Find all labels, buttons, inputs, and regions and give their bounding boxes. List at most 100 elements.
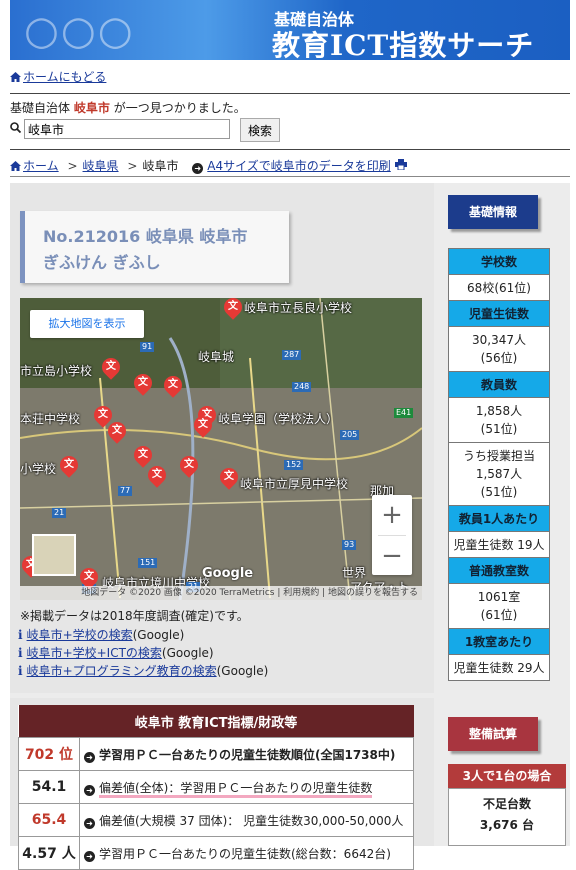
result-city: 岐阜市 bbox=[73, 101, 110, 115]
school-marker-icon[interactable]: 文 bbox=[144, 462, 170, 488]
school-marker-icon[interactable]: 文 bbox=[130, 370, 156, 396]
index-value: 54.1 bbox=[18, 770, 80, 804]
arrow-circle-icon: ➜ bbox=[84, 784, 95, 796]
shortage-value: 3,676 台 bbox=[479, 818, 535, 832]
school-marker-icon[interactable]: 文 bbox=[104, 418, 130, 444]
stat-value: 児童生徒数 29人 bbox=[448, 654, 550, 681]
basic-info-table: 学校数 68校(61位) 児童生徒数 30,347人 (56位) 教員数 1,85… bbox=[448, 248, 550, 681]
map-label: 岐阜城 bbox=[198, 350, 235, 364]
road-number: 152 bbox=[284, 460, 304, 470]
stat-value: うち授業担当 1,587人 (51位) bbox=[448, 442, 550, 506]
google-search-link[interactable]: 岐阜市+学校の検索 bbox=[27, 628, 133, 642]
map-type-thumbnail[interactable] bbox=[32, 534, 76, 576]
road-number: 205 bbox=[340, 430, 360, 440]
map-label: 小学校 bbox=[20, 462, 57, 476]
breadcrumb-separator: > bbox=[127, 159, 138, 173]
table-row: 54.1 ➜ 偏差値(全体)：学習用ＰＣ一台あたりの児童生徒数 bbox=[18, 770, 414, 804]
estimate-subheader: 3人で1台の場合 bbox=[448, 764, 566, 788]
search-result-text: 基礎自治体 岐阜市 が一つ見つかりました。 bbox=[10, 101, 246, 115]
ict-index-table: 岐阜市 教育ICT指標/財政等 702 位 ➜ 学習用ＰＣ一台あたりの児童生徒数順… bbox=[18, 705, 414, 870]
school-marker-icon[interactable]: 文 bbox=[160, 372, 186, 398]
shortage-label: 不足台数 bbox=[482, 797, 531, 811]
stat-label: 教員1人あたり bbox=[448, 505, 550, 532]
school-marker-icon[interactable]: 文 bbox=[130, 442, 156, 468]
municipality-code-name: No.212016 岐阜県 岐阜市 bbox=[43, 227, 248, 246]
enlarge-map-button[interactable]: 拡大地図を表示 bbox=[30, 310, 144, 338]
school-marker-icon[interactable]: 文 bbox=[176, 452, 202, 478]
zoom-in-button[interactable]: + bbox=[372, 495, 412, 535]
search-button[interactable]: 検索 bbox=[240, 118, 280, 142]
banner-decoration: ○○○ bbox=[24, 8, 135, 54]
road-number: 287 bbox=[282, 350, 302, 360]
breadcrumb-city: 岐阜市 bbox=[142, 159, 179, 173]
data-note: ※掲載データは2018年度調査(確定)です。 bbox=[20, 609, 249, 623]
info-icon: i bbox=[18, 628, 23, 642]
google-search-link-row: i 岐阜市+学校+ICTの検索(Google) bbox=[18, 646, 214, 660]
school-marker-icon[interactable]: 文 bbox=[190, 412, 216, 438]
map[interactable]: 拡大地図を表示 岐阜市立長良小学校 岐阜城 市立島小学校 本荘中学校 岐阜学園（… bbox=[20, 298, 422, 600]
home-back-nav: ホームにもどる bbox=[10, 68, 106, 85]
divider bbox=[10, 176, 570, 177]
google-search-link-row: i 岐阜市+プログラミング教育の検索(Google) bbox=[18, 664, 269, 678]
road-number: 21 bbox=[52, 508, 67, 518]
school-marker-icon[interactable]: 文 bbox=[98, 354, 124, 380]
zoom-out-button[interactable]: − bbox=[372, 536, 412, 576]
stat-label: 児童生徒数 bbox=[448, 300, 550, 327]
stat-label: 教員数 bbox=[448, 371, 550, 398]
site-banner[interactable]: ○○○ 基礎自治体 教育ICT指数サーチ bbox=[10, 0, 570, 60]
google-search-link-row: i 岐阜市+学校の検索(Google) bbox=[18, 628, 185, 642]
stat-value: 児童生徒数 19人 bbox=[448, 531, 550, 558]
road-number: 91 bbox=[140, 342, 155, 352]
map-label: 岐阜市立長良小学校 bbox=[244, 301, 353, 315]
index-desc: ➜ 学習用ＰＣ一台あたりの児童生徒数(総台数：6642台) bbox=[79, 836, 414, 870]
google-search-link[interactable]: 岐阜市+プログラミング教育の検索 bbox=[27, 664, 217, 678]
google-search-link[interactable]: 岐阜市+学校+ICTの検索 bbox=[27, 646, 162, 660]
table-row: 65.4 ➜ 偏差値(大規模 37 団体)： 児童生徒数30,000-50,000… bbox=[18, 803, 414, 837]
arrow-circle-icon: ➜ bbox=[192, 159, 207, 174]
stat-value: 1061室 (61位) bbox=[448, 583, 550, 629]
road-number: 77 bbox=[118, 486, 133, 496]
road-number: 93 bbox=[342, 540, 357, 550]
estimate-box: 不足台数 3,676 台 bbox=[448, 788, 566, 846]
basic-info-header: 基礎情報 bbox=[448, 195, 538, 229]
road-number: 151 bbox=[138, 558, 158, 568]
stat-value: 30,347人 (56位) bbox=[448, 326, 550, 372]
school-marker-icon[interactable]: 文 bbox=[216, 464, 242, 490]
stat-label: 1教室あたり bbox=[448, 628, 550, 655]
google-logo: Google bbox=[202, 566, 254, 581]
table-row: 4.57 人 ➜ 学習用ＰＣ一台あたりの児童生徒数(総台数：6642台) bbox=[18, 836, 414, 870]
home-icon bbox=[10, 72, 21, 82]
map-roads bbox=[20, 298, 422, 600]
index-desc: ➜ 偏差値(大規模 37 団体)： 児童生徒数30,000-50,000人 bbox=[79, 803, 414, 837]
breadcrumb-prefecture[interactable]: 岐阜県 bbox=[83, 159, 119, 173]
info-icon: i bbox=[18, 646, 23, 660]
stat-value: 68校(61位) bbox=[448, 274, 550, 301]
road-number: 248 bbox=[292, 382, 312, 392]
map-label: 岐阜市立厚見中学校 bbox=[240, 477, 349, 491]
table-row: 702 位 ➜ 学習用ＰＣ一台あたりの児童生徒数順位(全国1738中) bbox=[18, 737, 414, 771]
info-icon: i bbox=[18, 664, 23, 678]
home-back-link[interactable]: ホームにもどる bbox=[23, 70, 106, 84]
divider bbox=[10, 149, 570, 150]
map-label: 本荘中学校 bbox=[20, 412, 81, 426]
arrow-circle-icon: ➜ bbox=[84, 817, 95, 829]
search-input[interactable] bbox=[24, 119, 230, 139]
municipality-reading: ぎふけん ぎふし bbox=[43, 253, 161, 272]
print-link[interactable]: A4サイズで岐阜市のデータを印刷 bbox=[207, 159, 391, 173]
divider bbox=[10, 93, 570, 94]
search-icon bbox=[10, 122, 22, 136]
estimate-header: 整備試算 bbox=[448, 717, 538, 751]
index-value: 65.4 bbox=[18, 803, 80, 837]
school-marker-icon[interactable]: 文 bbox=[56, 452, 82, 478]
breadcrumb-home[interactable]: ホーム bbox=[23, 159, 59, 173]
index-desc: ➜ 学習用ＰＣ一台あたりの児童生徒数順位(全国1738中) bbox=[79, 737, 414, 771]
printer-icon bbox=[394, 159, 407, 173]
map-label: 岐阜学園（学校法人） bbox=[218, 412, 339, 426]
arrow-circle-icon: ➜ bbox=[84, 850, 95, 862]
map-zoom-control[interactable]: + − bbox=[372, 495, 412, 575]
banner-title: 教育ICT指数サーチ bbox=[272, 29, 535, 60]
stat-label: 学校数 bbox=[448, 248, 550, 275]
index-value: 4.57 人 bbox=[18, 836, 80, 870]
arrow-circle-icon: ➜ bbox=[84, 751, 95, 763]
map-attribution[interactable]: 地図データ ©2020 画像 ©2020 TerraMetrics | 利用規約… bbox=[20, 586, 422, 600]
